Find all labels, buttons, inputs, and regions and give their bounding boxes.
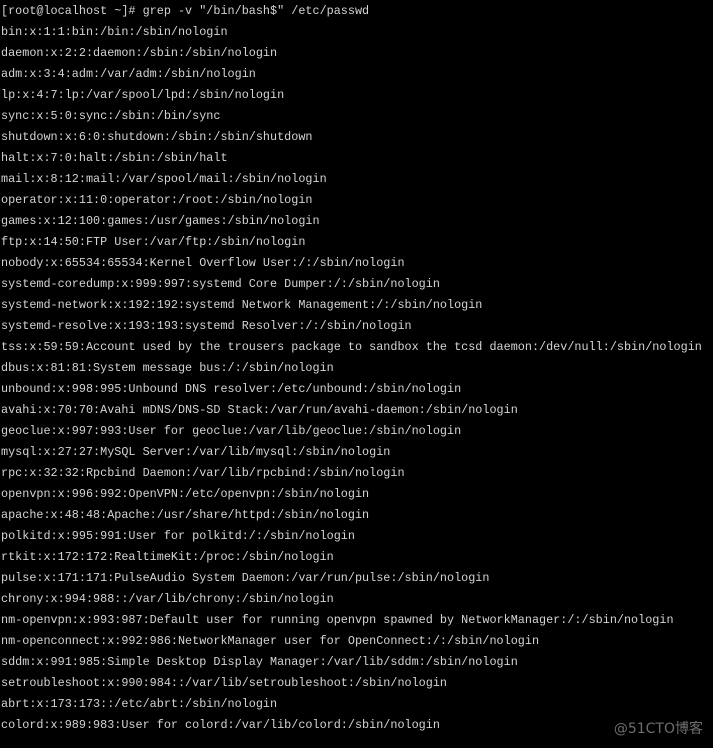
output-line: bin:x:1:1:bin:/bin:/sbin/nologin <box>1 25 228 39</box>
watermark: @51CTO博客 <box>613 721 703 737</box>
output-line: polkitd:x:995:991:User for polkitd:/:/sb… <box>1 529 355 543</box>
output-line: mysql:x:27:27:MySQL Server:/var/lib/mysq… <box>1 445 391 459</box>
output-line: nobody:x:65534:65534:Kernel Overflow Use… <box>1 256 405 270</box>
output-line: systemd-coredump:x:999:997:systemd Core … <box>1 277 440 291</box>
output-line: tss:x:59:59:Account used by the trousers… <box>1 340 702 354</box>
output-line: daemon:x:2:2:daemon:/sbin:/sbin/nologin <box>1 46 278 60</box>
output-line: rtkit:x:172:172:RealtimeKit:/proc:/sbin/… <box>1 550 334 564</box>
output-line: unbound:x:998:995:Unbound DNS resolver:/… <box>1 382 462 396</box>
output-line: adm:x:3:4:adm:/var/adm:/sbin/nologin <box>1 67 256 81</box>
output-line: colord:x:989:983:User for colord:/var/li… <box>1 718 440 732</box>
output-line: setroubleshoot:x:990:984::/var/lib/setro… <box>1 676 447 690</box>
output-line: systemd-network:x:192:192:systemd Networ… <box>1 298 483 312</box>
output-line: sync:x:5:0:sync:/sbin:/bin/sync <box>1 109 221 123</box>
command-line: [root@localhost ~]# grep -v "/bin/bash$"… <box>1 4 370 18</box>
output-line: apache:x:48:48:Apache:/usr/share/httpd:/… <box>1 508 370 522</box>
output-line: games:x:12:100:games:/usr/games:/sbin/no… <box>1 214 320 228</box>
terminal-output[interactable]: [root@localhost ~]# grep -v "/bin/bash$"… <box>1 1 702 736</box>
output-line: chrony:x:994:988::/var/lib/chrony:/sbin/… <box>1 592 334 606</box>
output-line: systemd-resolve:x:193:193:systemd Resolv… <box>1 319 412 333</box>
output-line: halt:x:7:0:halt:/sbin:/sbin/halt <box>1 151 228 165</box>
output-line: ftp:x:14:50:FTP User:/var/ftp:/sbin/nolo… <box>1 235 306 249</box>
output-line: mail:x:8:12:mail:/var/spool/mail:/sbin/n… <box>1 172 327 186</box>
output-line: pulse:x:171:171:PulseAudio System Daemon… <box>1 571 490 585</box>
output-line: dbus:x:81:81:System message bus:/:/sbin/… <box>1 361 334 375</box>
output-line: shutdown:x:6:0:shutdown:/sbin:/sbin/shut… <box>1 130 313 144</box>
output-line: abrt:x:173:173::/etc/abrt:/sbin/nologin <box>1 697 278 711</box>
output-line: openvpn:x:996:992:OpenVPN:/etc/openvpn:/… <box>1 487 370 501</box>
output-line: rpc:x:32:32:Rpcbind Daemon:/var/lib/rpcb… <box>1 466 405 480</box>
output-line: nm-openconnect:x:992:986:NetworkManager … <box>1 634 540 648</box>
output-line: nm-openvpn:x:993:987:Default user for ru… <box>1 613 674 627</box>
output-line: geoclue:x:997:993:User for geoclue:/var/… <box>1 424 462 438</box>
output-line: operator:x:11:0:operator:/root:/sbin/nol… <box>1 193 313 207</box>
output-line: avahi:x:70:70:Avahi mDNS/DNS-SD Stack:/v… <box>1 403 518 417</box>
output-line: sddm:x:991:985:Simple Desktop Display Ma… <box>1 655 518 669</box>
output-line: lp:x:4:7:lp:/var/spool/lpd:/sbin/nologin <box>1 88 285 102</box>
